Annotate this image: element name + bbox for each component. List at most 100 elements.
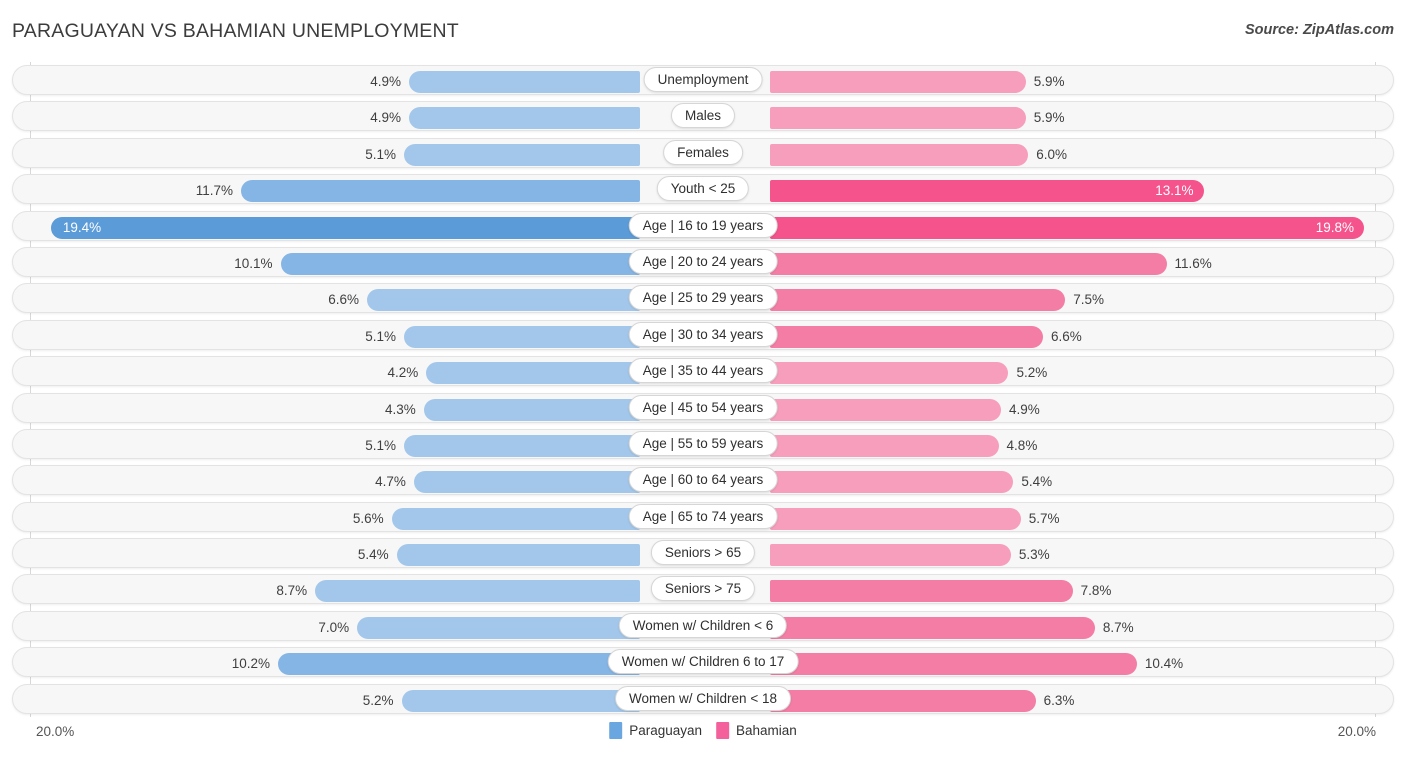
- bar-paraguayan: [426, 362, 640, 385]
- bar-paraguayan: [357, 616, 640, 639]
- value-label-paraguayan: 6.6%: [328, 292, 359, 308]
- value-label-paraguayan: 4.9%: [370, 74, 401, 89]
- value-label-bahamian: 6.3%: [1043, 692, 1075, 708]
- chart-row: 4.7% 5.4% Age | 60 to 64 years: [0, 462, 1406, 498]
- bar-paraguayan: [278, 653, 640, 676]
- chart-rows: 4.9% 5.9% Unemployment 4.9% 5.9% Males 5.1% 6.0…: [0, 62, 1406, 717]
- row-category-label: Women w/ Children < 6: [618, 612, 788, 638]
- value-label-paraguayan: 5.6%: [352, 510, 384, 526]
- bar-bahamian: [770, 544, 1011, 567]
- chart-row: 10.2% 10.4% Women w/ Children 6 to 17: [0, 644, 1406, 680]
- legend-item[interactable]: Paraguayan: [609, 722, 702, 739]
- row-category-label: Age | 35 to 44 years: [628, 358, 778, 384]
- chart-row: 6.6% 7.5% Age | 25 to 29 years: [0, 280, 1406, 316]
- legend-swatch-icon: [716, 722, 730, 739]
- bar-paraguayan: [408, 71, 640, 93]
- value-label-paraguayan: 5.2%: [362, 692, 394, 708]
- row-category-label: Age | 60 to 64 years: [628, 467, 778, 493]
- row-category-label: Youth < 25: [656, 176, 750, 202]
- bar-paraguayan: [404, 143, 640, 166]
- value-label-paraguayan: 5.4%: [357, 547, 389, 563]
- value-label-paraguayan: 11.7%: [195, 183, 233, 199]
- bar-bahamian: [770, 289, 1066, 312]
- value-label-paraguayan: 7.0%: [318, 619, 350, 635]
- value-label-paraguayan: 4.9%: [370, 110, 401, 126]
- value-label-bahamian: 5.7%: [1028, 510, 1060, 526]
- bar-bahamian: [770, 325, 1044, 348]
- value-label-paraguayan: 10.1%: [234, 255, 273, 271]
- row-category-label: Age | 16 to 19 years: [628, 212, 778, 238]
- row-category-label: Age | 55 to 59 years: [628, 430, 778, 456]
- source-attribution: Source: ZipAtlas.com: [1244, 22, 1394, 38]
- bar-bahamian: [770, 107, 1026, 130]
- value-label-paraguayan: 8.7%: [276, 583, 308, 599]
- row-category-label: Unemployment: [643, 67, 763, 92]
- bar-paraguayan: [396, 544, 640, 567]
- bar-bahamian: [770, 216, 1364, 239]
- chart-row: 4.9% 5.9% Males: [0, 98, 1406, 134]
- value-label-paraguayan: 5.1%: [365, 437, 397, 453]
- bar-bahamian: [770, 398, 1002, 421]
- legend-item[interactable]: Bahamian: [716, 722, 797, 739]
- bar-bahamian: [770, 471, 1014, 494]
- bar-bahamian: [770, 143, 1029, 166]
- bar-bahamian: [770, 71, 1026, 93]
- value-label-paraguayan: 10.2%: [231, 656, 271, 672]
- bar-paraguayan: [401, 689, 640, 712]
- row-category-label: Age | 30 to 34 years: [628, 321, 778, 347]
- value-label-bahamian: 13.1%: [1155, 183, 1194, 199]
- legend-label: Bahamian: [736, 723, 797, 738]
- chart-row: 5.2% 6.3% Women w/ Children < 18: [0, 681, 1406, 717]
- value-label-bahamian: 4.8%: [1006, 437, 1038, 453]
- row-category-label: Age | 45 to 54 years: [628, 394, 778, 420]
- chart-plot-area: 4.9% 5.9% Unemployment 4.9% 5.9% Males 5.1% 6.0…: [0, 62, 1406, 717]
- row-category-label: Females: [663, 139, 743, 165]
- chart-row: 5.1% 4.8% Age | 55 to 59 years: [0, 426, 1406, 462]
- bar-paraguayan: [404, 434, 640, 457]
- value-label-paraguayan: 4.3%: [385, 401, 416, 417]
- row-category-label: Women w/ Children 6 to 17: [607, 649, 799, 675]
- bar-paraguayan: [315, 580, 640, 603]
- bar-paraguayan: [50, 216, 640, 239]
- chart-row: 5.1% 6.0% Females: [0, 135, 1406, 171]
- value-label-bahamian: 6.6%: [1051, 328, 1082, 344]
- value-label-bahamian: 11.6%: [1174, 255, 1212, 271]
- chart-row: 11.7% 13.1% Youth < 25: [0, 171, 1406, 207]
- value-label-bahamian: 5.4%: [1021, 474, 1053, 490]
- value-label-paraguayan: 5.1%: [365, 328, 397, 344]
- chart-legend: Paraguayan Bahamian: [609, 722, 797, 739]
- row-category-label: Seniors > 75: [650, 576, 756, 602]
- legend-swatch-icon: [609, 722, 623, 739]
- legend-label: Paraguayan: [629, 723, 703, 738]
- bar-bahamian: [770, 616, 1095, 639]
- value-label-bahamian: 8.7%: [1102, 619, 1134, 635]
- value-label-bahamian: 4.9%: [1009, 401, 1040, 417]
- bar-paraguayan: [391, 507, 640, 530]
- value-label-paraguayan: 5.1%: [365, 146, 397, 162]
- bar-paraguayan: [408, 107, 640, 130]
- value-label-paraguayan: 4.2%: [387, 365, 419, 381]
- value-label-paraguayan: 19.4%: [62, 219, 102, 235]
- bar-paraguayan: [423, 398, 640, 421]
- value-label-bahamian: 19.8%: [1315, 219, 1354, 235]
- value-label-bahamian: 7.5%: [1073, 292, 1105, 308]
- value-label-bahamian: 5.2%: [1016, 365, 1048, 381]
- bar-bahamian: [770, 434, 999, 457]
- chart-row: 5.6% 5.7% Age | 65 to 74 years: [0, 499, 1406, 535]
- value-label-bahamian: 7.8%: [1080, 583, 1112, 599]
- row-category-label: Age | 65 to 74 years: [628, 503, 778, 529]
- chart-row: 5.1% 6.6% Age | 30 to 34 years: [0, 317, 1406, 353]
- bar-bahamian: [770, 362, 1009, 385]
- row-category-label: Age | 20 to 24 years: [628, 248, 778, 274]
- bar-bahamian: [770, 689, 1036, 712]
- row-category-label: Seniors > 65: [650, 540, 756, 566]
- row-category-label: Age | 25 to 29 years: [628, 285, 778, 311]
- bar-paraguayan: [241, 180, 640, 203]
- row-category-label: Males: [670, 103, 736, 129]
- value-label-bahamian: 5.9%: [1033, 74, 1065, 89]
- chart-footer: 20.0% Paraguayan Bahamian 20.0%: [0, 717, 1406, 757]
- axis-label-right: 20.0%: [1337, 724, 1376, 739]
- chart-row: 4.3% 4.9% Age | 45 to 54 years: [0, 390, 1406, 426]
- bar-paraguayan: [413, 471, 640, 494]
- chart-header: PARAGUAYAN VS BAHAMIAN UNEMPLOYMENT Sour…: [0, 0, 1406, 62]
